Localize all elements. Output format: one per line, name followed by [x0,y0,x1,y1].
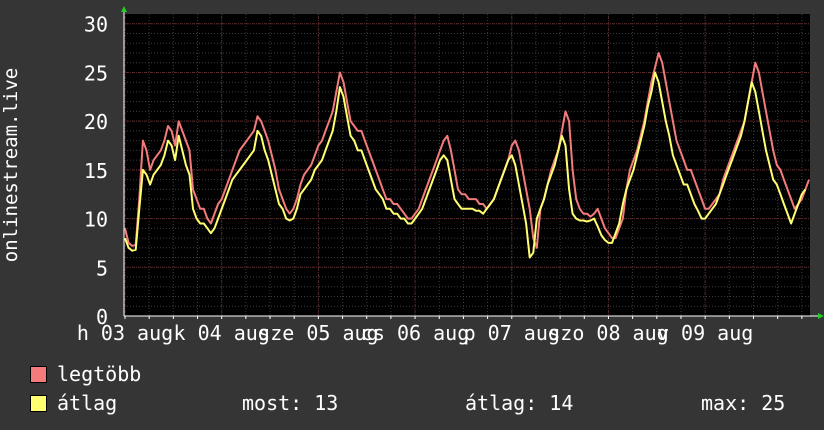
x-tick-label: h 03 aug [77,321,173,345]
legend-label-avg: átlag [57,391,118,415]
legend-swatch-max [30,366,47,383]
legend-item-max: legtöbb [30,362,141,386]
stat-most-value: 13 [314,391,339,415]
stat-max-label: max: [701,391,750,415]
stat-max-value: 25 [761,391,786,415]
y-tick-label: 20 [84,110,108,134]
x-tick-label: v 09 aug [657,321,753,345]
stat-most: most: 13 [242,391,338,415]
y-axis-arrow [121,6,127,12]
y-tick-label: 30 [84,13,108,37]
x-tick-label: p 07 aug [464,321,560,345]
stat-avg-value: 14 [549,391,574,415]
x-tick-label: cs 06 aug [361,321,469,345]
stat-avg-label: átlag: [465,391,538,415]
x-tick-label: k 04 aug [174,321,270,345]
grid [124,14,810,317]
legend-label-max: legtöbb [57,362,142,386]
stat-avg: átlag: 14 [465,391,573,415]
y-axis-label: onlinestream.live [0,68,22,262]
legend-item-avg: átlag [30,391,117,415]
stat-max: max: 25 [701,391,785,415]
x-tick-label: szo 08 aug [548,321,668,345]
y-tick-label: 25 [84,61,108,85]
y-tick-label: 5 [96,256,108,280]
y-tick-label: 10 [84,208,108,232]
stat-most-label: most: [242,391,303,415]
x-axis-arrow [818,313,824,319]
y-tick-label: 15 [84,159,108,183]
legend-swatch-avg [30,395,47,412]
plot-area [124,14,810,316]
